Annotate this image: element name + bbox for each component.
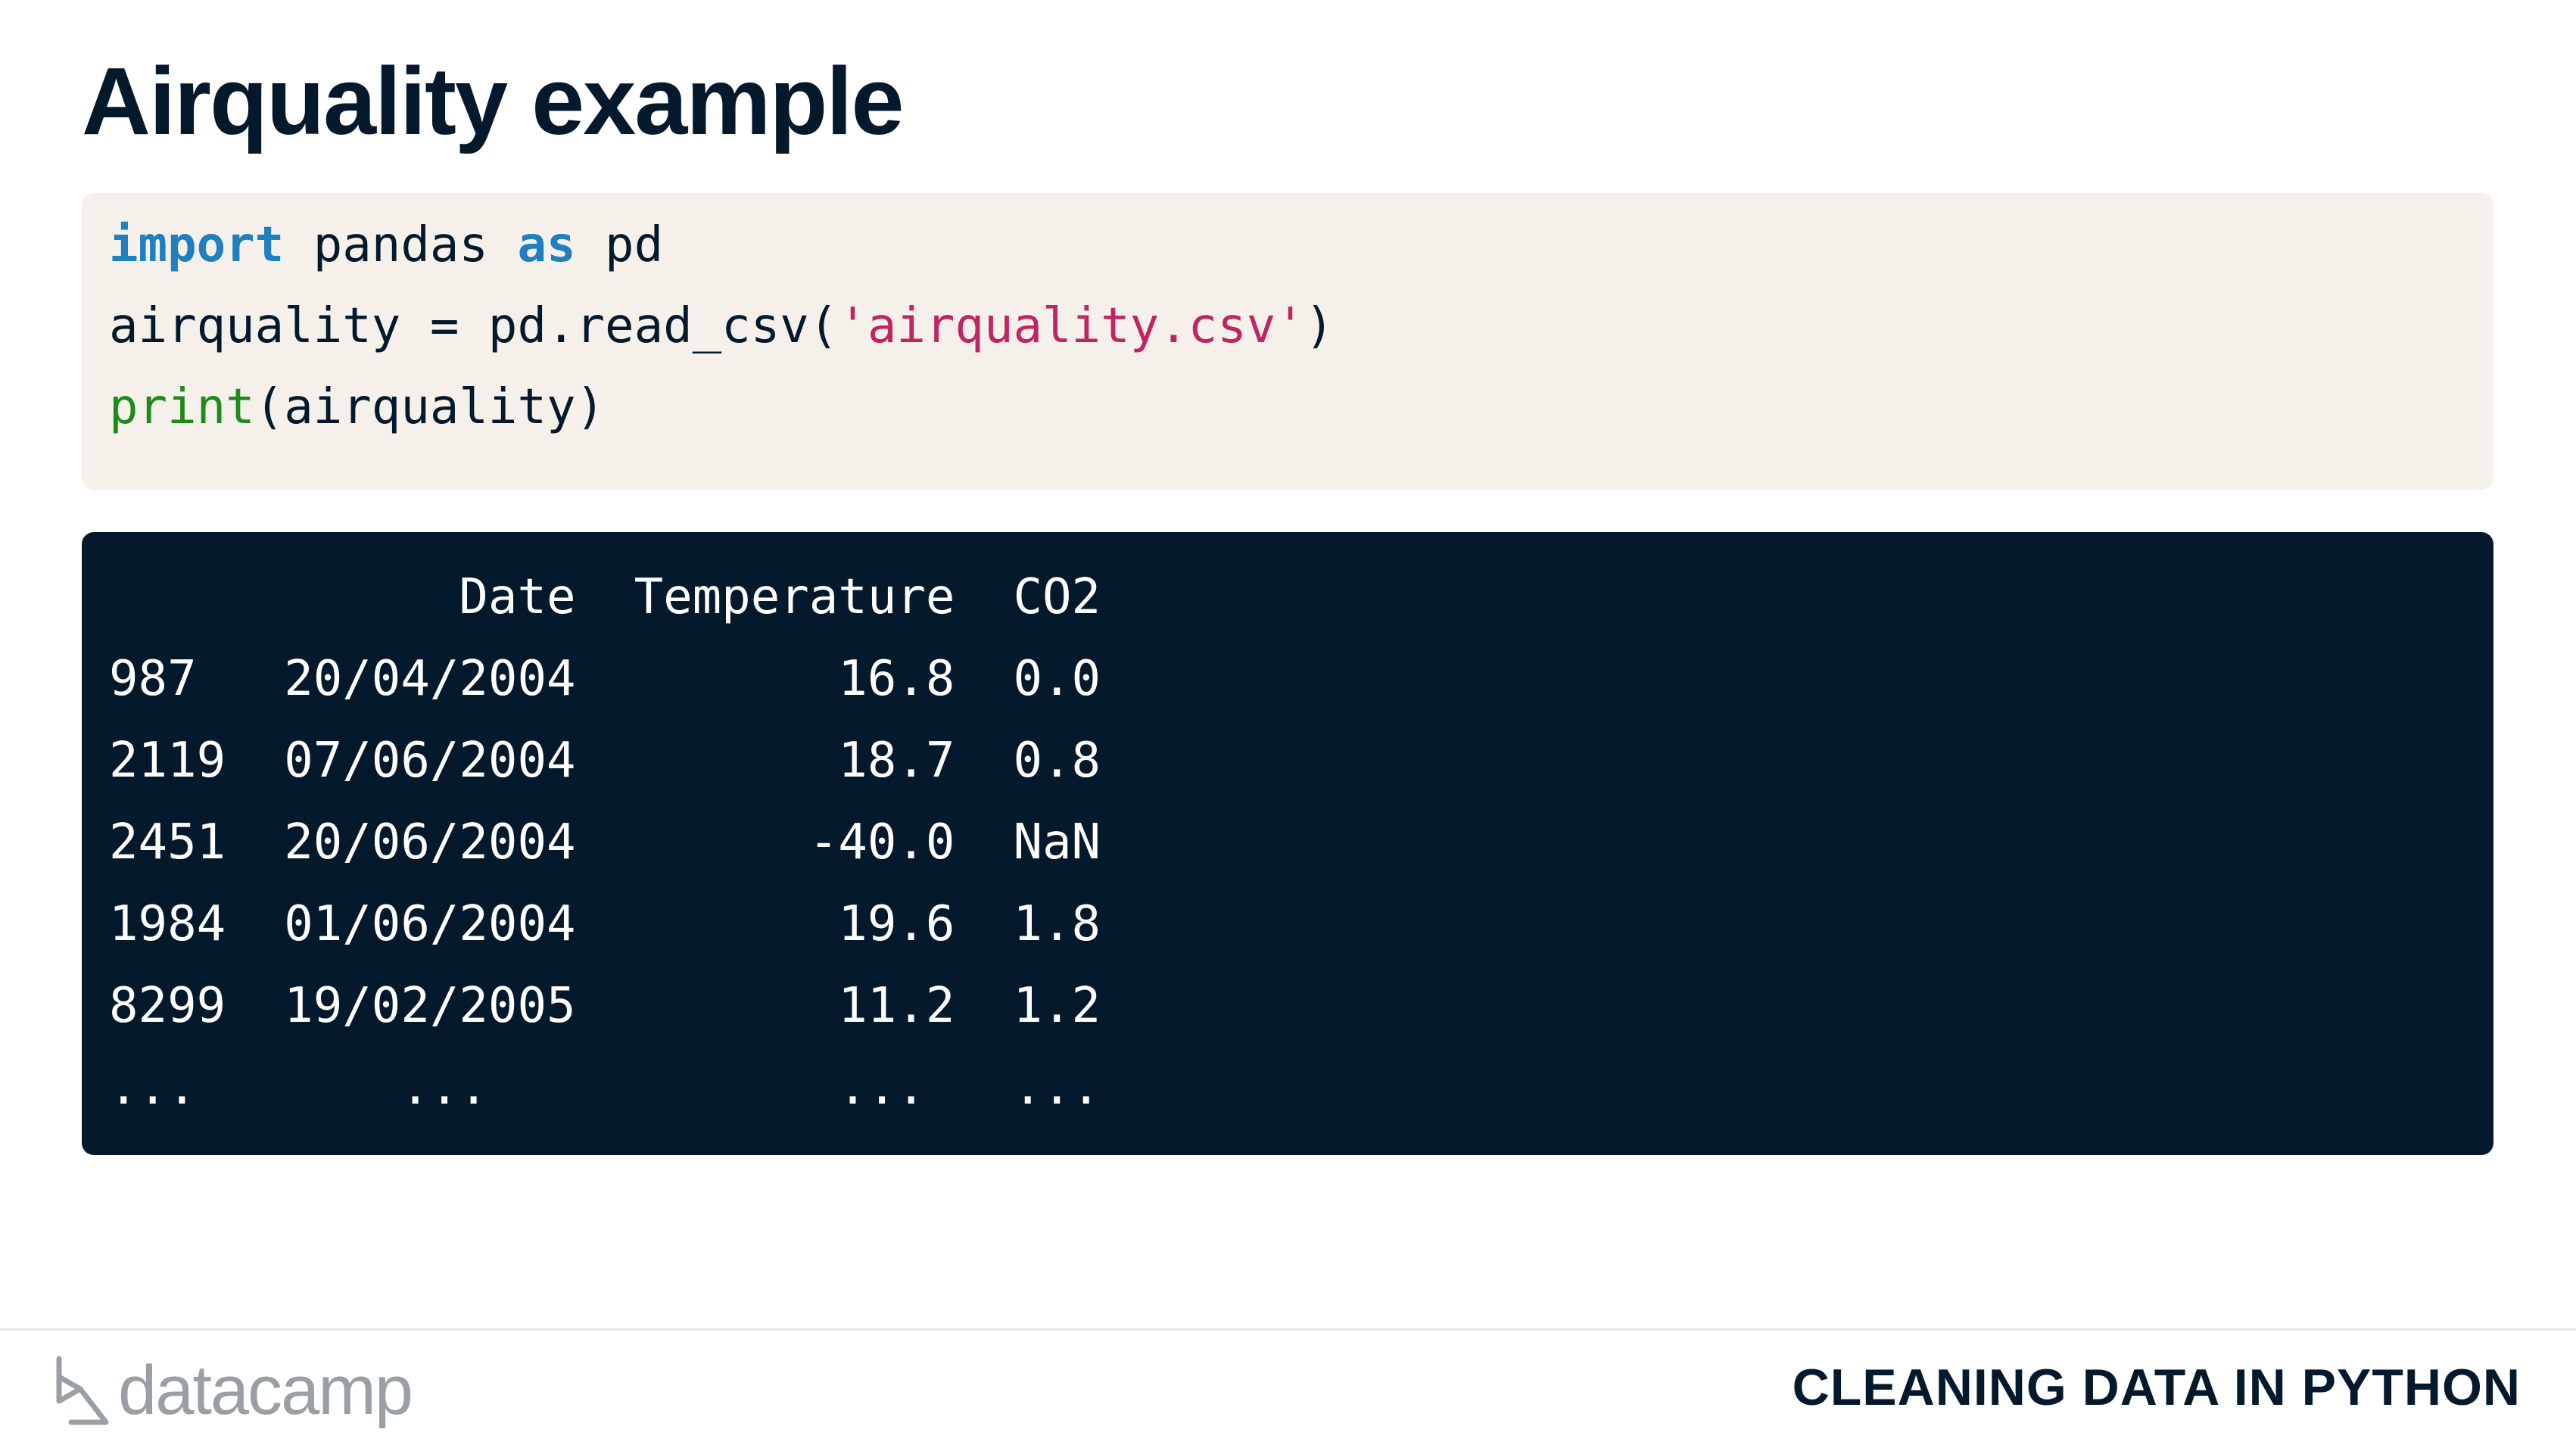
print-args: (airquality) xyxy=(254,379,606,435)
output-ellipsis-row: ... ... ... ... xyxy=(109,1060,1101,1116)
output-row: 987 20/04/2004 16.8 0.0 xyxy=(109,651,1101,707)
read-csv-close: ) xyxy=(1304,298,1335,354)
code-line-print: print(airquality) xyxy=(109,367,2493,448)
output-block: Date Temperature CO2 987 20/04/2004 16.8… xyxy=(82,532,2493,1155)
course-name: CLEANING DATA IN PYTHON xyxy=(1792,1359,2521,1416)
output-row: 2119 07/06/2004 18.7 0.8 xyxy=(109,733,1101,789)
code-block: import pandas as pd airquality = pd.read… xyxy=(82,193,2493,490)
output-row: 2451 20/06/2004 -40.0 NaN xyxy=(109,814,1101,870)
module-alias: pd xyxy=(575,217,664,273)
datacamp-logo: datacamp xyxy=(53,1349,413,1432)
output-row: 1984 01/06/2004 19.6 1.8 xyxy=(109,896,1101,952)
csv-filename-string: 'airquality.csv' xyxy=(838,298,1305,354)
keyword-as: as xyxy=(517,217,576,273)
code-line-read-csv: airquality = pd.read_csv('airquality.csv… xyxy=(109,286,2493,367)
module-name: pandas xyxy=(284,217,518,273)
datacamp-logo-icon xyxy=(56,1356,109,1425)
datacamp-logo-text: datacamp xyxy=(118,1352,413,1429)
builtin-print: print xyxy=(109,379,255,435)
output-row: 8299 19/02/2005 11.2 1.2 xyxy=(109,978,1101,1034)
keyword-import: import xyxy=(109,217,285,273)
read-csv-call: airquality = pd.read_csv( xyxy=(109,298,839,354)
output-header-row: Date Temperature CO2 xyxy=(109,569,1101,625)
code-line-import: import pandas as pd xyxy=(109,205,2493,286)
slide-title: Airquality example xyxy=(82,48,904,154)
footer-divider xyxy=(0,1328,2576,1331)
